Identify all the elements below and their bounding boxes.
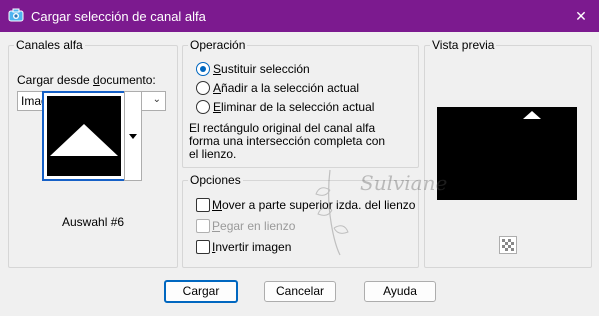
chevron-down-icon: ⌄ bbox=[152, 94, 161, 105]
replace-selection-radio[interactable] bbox=[196, 62, 210, 76]
paste-canvas-label: Pegar en lienzo bbox=[212, 219, 296, 233]
options-group-label: Opciones bbox=[188, 173, 243, 187]
operation-description-3: el lienzo. bbox=[189, 147, 237, 161]
selection-name: Auswahl #6 bbox=[62, 215, 125, 229]
invert-image-checkbox[interactable] bbox=[196, 240, 210, 254]
channel-dropdown-button[interactable] bbox=[124, 91, 142, 181]
close-button[interactable]: ✕ bbox=[571, 6, 591, 26]
paste-canvas-checkbox bbox=[196, 219, 210, 233]
remove-selection-radio[interactable] bbox=[196, 100, 210, 114]
cancel-button[interactable]: Cancelar bbox=[264, 281, 336, 302]
add-selection-radio[interactable] bbox=[196, 81, 210, 95]
thumbnail-shape bbox=[50, 124, 118, 156]
window-title: Cargar selección de canal alfa bbox=[31, 9, 206, 24]
invert-image-label[interactable]: Invertir imagen bbox=[212, 240, 291, 254]
load-from-label: Cargar desde documento: bbox=[17, 73, 156, 87]
camera-icon bbox=[8, 8, 24, 22]
channel-thumbnail[interactable] bbox=[42, 91, 126, 181]
watermark-text: Sulviane bbox=[360, 171, 447, 195]
title-bar: Cargar selección de canal alfa ✕ bbox=[0, 0, 599, 32]
preview-group-label: Vista previa bbox=[430, 38, 497, 52]
load-button[interactable]: Cargar bbox=[164, 280, 238, 303]
preview-canvas bbox=[437, 107, 577, 200]
thumbnail-canvas bbox=[47, 96, 121, 176]
remove-selection-label[interactable]: Eliminar de la selección actual bbox=[213, 100, 374, 114]
watermark-logo: Sulviane bbox=[315, 169, 447, 256]
operation-group-label: Operación bbox=[188, 38, 248, 52]
move-top-left-checkbox[interactable] bbox=[196, 198, 210, 212]
operation-description-1: El rectángulo original del canal alfa bbox=[189, 121, 376, 135]
operation-description-2: forma una intersección completa con bbox=[189, 134, 386, 148]
transparency-toggle-icon[interactable] bbox=[499, 236, 517, 254]
help-button[interactable]: Ayuda bbox=[364, 281, 436, 302]
preview-shape bbox=[523, 111, 541, 119]
alpha-channels-group-label: Canales alfa bbox=[14, 38, 85, 52]
add-selection-label[interactable]: Añadir a la selección actual bbox=[213, 81, 359, 95]
replace-selection-label[interactable]: Sustituir selección bbox=[213, 62, 310, 76]
dropdown-arrow-icon bbox=[129, 134, 137, 139]
